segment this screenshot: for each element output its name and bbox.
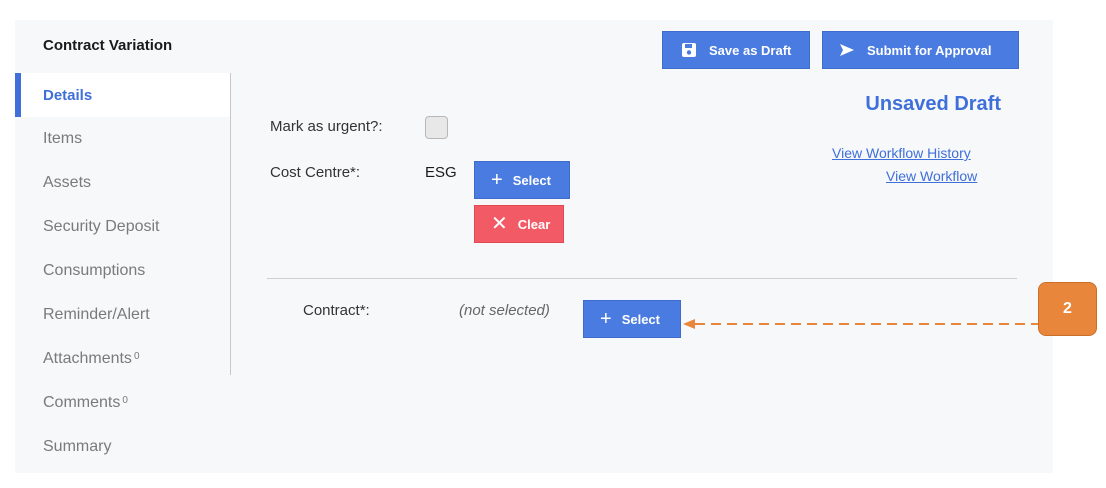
view-workflow-link[interactable]: View Workflow [886, 168, 977, 184]
callout-badge: 2 [1038, 282, 1097, 336]
urgent-label: Mark as urgent?: [270, 118, 383, 135]
section-divider [267, 278, 1017, 279]
sidebar-item-label: Attachments [43, 350, 132, 367]
sidebar-item-attachments[interactable]: Attachments 0 [15, 337, 230, 381]
sidebar-item-label: Details [43, 86, 93, 104]
urgent-checkbox[interactable] [425, 116, 448, 139]
plus-icon: + [491, 169, 503, 191]
sidebar-item-label: Assets [43, 174, 92, 191]
header-bar: Contract Variation Save as Draft Submit … [15, 20, 1053, 73]
view-workflow-history-link[interactable]: View Workflow History [832, 145, 971, 161]
sidebar-item-label: Comments [43, 394, 121, 411]
sidebar-item-security-deposit[interactable]: Security Deposit [15, 205, 230, 249]
cost-centre-label: Cost Centre*: [270, 164, 361, 181]
contract-select-button[interactable]: + Select [583, 300, 681, 338]
sidebar-item-consumptions[interactable]: Consumptions [15, 249, 230, 293]
close-icon: ✕ [491, 213, 508, 235]
sidebar-item-comments[interactable]: Comments 0 [15, 381, 230, 425]
select-label: Select [621, 311, 660, 327]
send-arrow-icon [839, 43, 855, 57]
sidebar-item-summary[interactable]: Summary [15, 425, 230, 469]
cost-centre-select-button[interactable]: + Select [474, 161, 570, 199]
draft-status: Unsaved Draft [865, 93, 1001, 115]
save-as-draft-label: Save as Draft [709, 42, 792, 58]
callout-arrow [683, 319, 1051, 329]
sidebar-item-reminder-alert[interactable]: Reminder/Alert [15, 293, 230, 337]
cost-centre-value: ESG [425, 164, 457, 181]
plus-icon: + [600, 308, 612, 330]
attachments-count: 0 [133, 350, 140, 362]
select-label: Select [512, 172, 551, 188]
sidebar-item-label: Summary [43, 438, 112, 455]
floppy-disk-icon [681, 42, 697, 58]
sidebar-item-label: Security Deposit [43, 218, 160, 235]
sidebar-divider [230, 73, 231, 375]
sidebar-item-assets[interactable]: Assets [15, 161, 230, 205]
contract-variation-panel: Contract Variation Save as Draft Submit … [15, 20, 1053, 473]
submit-for-approval-label: Submit for Approval [867, 42, 992, 58]
sidebar-item-details[interactable]: Details [15, 73, 230, 117]
cost-centre-clear-button[interactable]: ✕ Clear [474, 205, 564, 243]
submit-for-approval-button[interactable]: Submit for Approval [822, 31, 1019, 69]
sidebar-item-label: Consumptions [43, 262, 146, 279]
save-as-draft-button[interactable]: Save as Draft [662, 31, 810, 69]
contract-label: Contract*: [303, 302, 370, 319]
sidebar-item-label: Items [43, 130, 83, 147]
contract-value: (not selected) [459, 302, 550, 319]
clear-label: Clear [517, 216, 551, 232]
comments-count: 0 [122, 394, 128, 406]
page-title: Contract Variation [43, 37, 173, 54]
sidebar-item-label: Reminder/Alert [43, 306, 150, 323]
sidebar-item-items[interactable]: Items [15, 117, 230, 161]
